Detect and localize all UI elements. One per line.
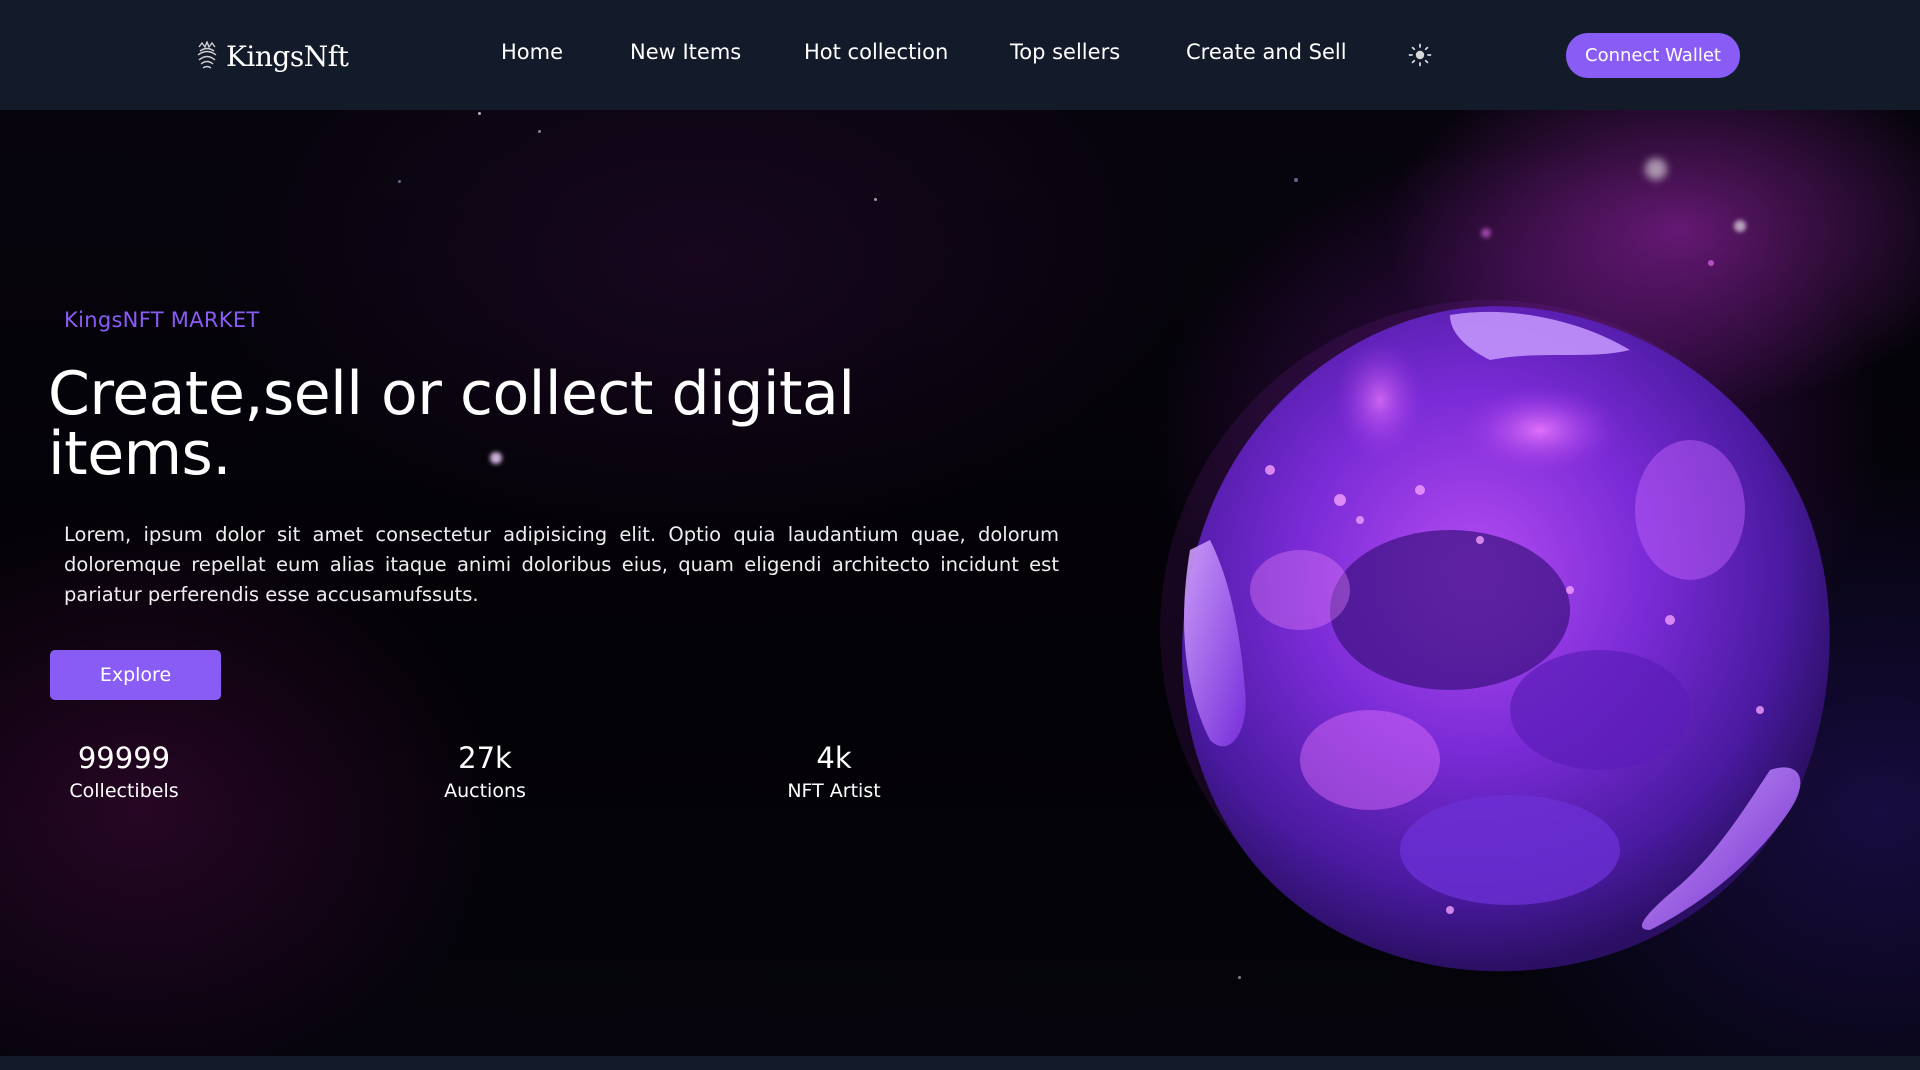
nav-hot-collection[interactable]: Hot collection xyxy=(804,40,948,64)
navbar: KingsNft Home New Items Hot collection T… xyxy=(0,0,1920,110)
star-decoration xyxy=(478,112,481,115)
stat-value: 27k xyxy=(458,741,512,775)
hero-section: KingsNFT MARKET Create,sell or collect d… xyxy=(0,110,1920,1056)
stat-auctions: 27k Auctions xyxy=(430,740,540,806)
star-decoration xyxy=(1734,220,1746,232)
nav-home[interactable]: Home xyxy=(501,40,563,64)
star-decoration xyxy=(1481,228,1491,238)
hero-headline: Create,sell or collect digital items. xyxy=(48,364,928,484)
star-decoration xyxy=(1294,178,1298,182)
nav-new-items[interactable]: New Items xyxy=(630,40,741,64)
star-decoration xyxy=(1645,158,1667,180)
brand-logo[interactable]: KingsNft xyxy=(194,34,349,78)
nav-top-sellers[interactable]: Top sellers xyxy=(1010,40,1120,64)
hero-headline-line-2: items. xyxy=(48,419,231,489)
stat-nft-artist: 4k NFT Artist xyxy=(778,740,890,806)
stat-label: Collectibels xyxy=(69,780,179,802)
hero-description: Lorem, ipsum dolor sit amet consectetur … xyxy=(64,523,1059,606)
star-decoration xyxy=(538,130,541,133)
crown-fingerprint-icon xyxy=(197,41,217,69)
connect-wallet-button[interactable]: Connect Wallet xyxy=(1566,33,1740,78)
explore-button[interactable]: Explore xyxy=(50,650,221,700)
nav-create-and-sell[interactable]: Create and Sell xyxy=(1186,40,1347,64)
star-decoration xyxy=(1708,260,1714,266)
stat-label: NFT Artist xyxy=(787,780,881,802)
star-decoration xyxy=(874,198,877,201)
brand-name: KingsNft xyxy=(226,39,349,73)
hero-eyebrow: KingsNFT MARKET xyxy=(64,308,260,332)
stat-value: 99999 xyxy=(77,741,171,775)
sun-icon[interactable] xyxy=(1408,43,1432,67)
stat-label: Auctions xyxy=(444,780,526,802)
stat-value: 4k xyxy=(816,741,852,775)
nft-sphere-image xyxy=(1160,300,1830,972)
page-footer-edge xyxy=(0,1056,1920,1070)
stat-collectibles: 99999 Collectibels xyxy=(64,740,184,806)
star-decoration xyxy=(398,180,401,183)
